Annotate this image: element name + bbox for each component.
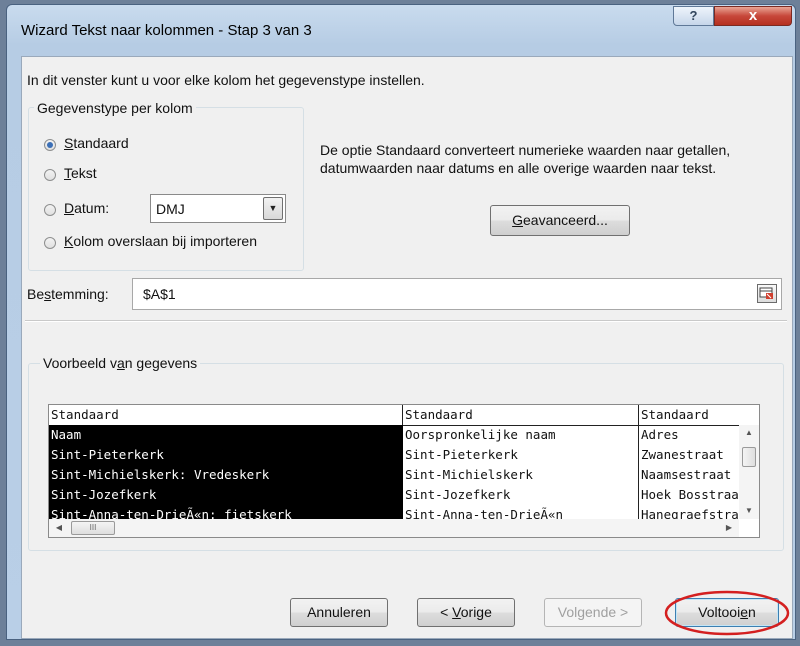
table-cell: Sint-Anna-ten-DrieÃ«n [403,505,639,519]
radio-datum-label: Datum: [64,200,110,216]
table-cell: Sint-Anna-ten-DrieÃ«n: fietskerk [49,505,403,519]
table-cell: Sint-Pieterkerk [403,445,639,465]
date-format-value: DMJ [156,201,185,217]
table-cell: Sint-Michielskerk: Vredeskerk [49,465,403,485]
table-cell: Adres [641,427,679,442]
table-row: Sint-Pieterkerk Sint-Pieterkerk Zwanestr… [49,445,739,465]
format-description: De optie Standaard converteert numerieke… [320,142,731,176]
table-row: Sint-Michielskerk: Vredeskerk Sint-Michi… [49,465,739,485]
window-title: Wizard Tekst naar kolommen - Stap 3 van … [21,22,312,39]
help-icon: ? [689,8,698,23]
destination-field[interactable]: $A$1 [132,278,782,310]
dialog-body: In dit venster kunt u voor elke kolom he… [21,56,793,639]
separator [25,320,787,322]
radio-standaard[interactable]: Standaard [34,135,194,155]
table-cell: Oorspronkelijke naam [403,425,639,445]
scroll-right-icon[interactable]: ▶ [721,519,737,537]
table-cell: Sint-Jozefkerk [49,485,403,505]
radio-datum-indicator[interactable] [44,204,56,216]
cancel-button[interactable]: Annuleren [290,598,388,627]
date-format-select[interactable]: DMJ ▼ [150,194,286,223]
help-button[interactable]: ? [673,6,714,26]
finish-highlight-ring [664,590,790,636]
collapse-dialog-button[interactable] [757,284,777,303]
dialog-window: Wizard Tekst naar kolommen - Stap 3 van … [6,4,796,640]
scroll-left-icon[interactable]: ◀ [51,519,67,537]
radio-kolom-overslaan-indicator[interactable] [44,237,56,249]
vertical-scroll-thumb[interactable] [742,447,756,467]
range-select-icon [759,287,773,299]
radio-standaard-indicator[interactable] [44,139,56,151]
table-row: Naam Oorspronkelijke naam Adres [49,425,739,445]
close-icon: x [748,7,758,24]
intro-text: In dit venster kunt u voor elke kolom he… [27,72,425,88]
preview-table: Standaard Standaard Standaard Naam Oorsp… [49,405,739,519]
scroll-down-icon[interactable]: ▼ [739,503,759,519]
column-header[interactable]: Standaard [403,405,639,425]
destination-label: Bestemming: [27,286,109,302]
table-cell: Sint-Michielskerk [403,465,639,485]
grip-icon: III [89,523,97,532]
close-button[interactable]: x [714,6,792,26]
table-cell: Sint-Jozefkerk [403,485,639,505]
date-format-dropdown-button[interactable]: ▼ [263,197,283,220]
scroll-up-icon[interactable]: ▲ [739,425,759,441]
radio-tekst-label: Tekst [64,165,97,181]
next-button[interactable]: Volgende > [544,598,642,627]
radio-datum[interactable]: Datum: [34,200,144,220]
table-row: Sint-Jozefkerk Sint-Jozefkerk Hoek Bosst… [49,485,739,505]
table-cell: Sint-Pieterkerk [49,445,403,465]
table-cell: Zwanestraat [641,447,724,462]
table-cell: Naam [49,425,403,445]
table-cell: Naamsestraat [641,467,732,482]
table-cell: Hoek Bosstraat [641,487,739,502]
preview-header-row: Standaard Standaard Standaard [49,405,739,426]
table-row: Sint-Anna-ten-DrieÃ«n: fietskerk Sint-An… [49,505,739,519]
radio-tekst[interactable]: Tekst [34,165,194,185]
horizontal-scroll-thumb[interactable]: III [71,521,115,535]
destination-value: $A$1 [143,286,176,302]
advanced-button[interactable]: Geavanceerd... [490,205,630,236]
table-cell: Hanegraefstraat [641,507,739,519]
radio-kolom-overslaan-label: Kolom overslaan bij importeren [64,233,257,249]
chevron-down-icon: ▼ [268,203,278,213]
vertical-scrollbar[interactable]: ▲ ▼ [739,425,759,519]
column-format-legend: Gegevenstype per kolom [34,100,196,116]
radio-kolom-overslaan[interactable]: Kolom overslaan bij importeren [34,233,296,253]
radio-tekst-indicator[interactable] [44,169,56,181]
horizontal-scrollbar[interactable]: ◀ III ▶ [49,519,739,537]
back-button[interactable]: < Vorige [417,598,515,627]
radio-standaard-label: Standaard [64,135,129,151]
preview-legend: Voorbeeld van gegevens [40,355,201,371]
column-header[interactable]: Standaard [639,405,739,425]
column-header[interactable]: Standaard [49,405,403,425]
data-preview[interactable]: Standaard Standaard Standaard Naam Oorsp… [48,404,760,538]
